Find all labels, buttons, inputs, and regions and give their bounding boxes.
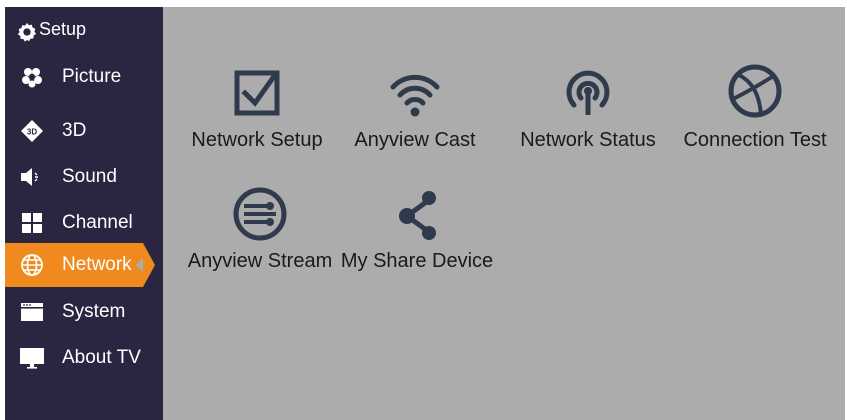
anyview-cast-tile[interactable]: Anyview Cast: [331, 63, 499, 152]
setup-title: Setup: [39, 18, 87, 39]
sidebar-item-sound[interactable]: Sound: [5, 155, 163, 199]
my-share-device-tile[interactable]: My Share Device: [333, 184, 501, 273]
connection-test-tile[interactable]: Connection Test: [671, 63, 839, 152]
sidebar-item-label: Network: [62, 254, 132, 275]
network-status-tile[interactable]: Network Status: [504, 63, 672, 152]
globe-icon: [728, 64, 782, 118]
tv-settings-screen: Setup Picture 3D 3D Sound Channel Networ…: [5, 7, 845, 420]
share-icon: [399, 191, 436, 240]
3d-icon: 3D: [19, 118, 45, 144]
anyview-stream-label: Anyview Stream: [187, 250, 333, 272]
sidebar-menu: Setup Picture 3D 3D Sound Channel Networ…: [5, 7, 163, 420]
gear-icon: [17, 22, 37, 42]
sidebar-item-label: Picture: [62, 66, 122, 87]
picture-icon: [19, 64, 45, 90]
sidebar-item-channel[interactable]: Channel: [5, 201, 163, 245]
sidebar-item-network[interactable]: Network: [5, 243, 155, 287]
svg-text:3D: 3D: [27, 128, 37, 137]
checkbox-icon: [234, 70, 280, 116]
sidebar-item-label: System: [62, 301, 126, 322]
my-share-device-label: My Share Device: [340, 250, 494, 272]
sidebar-item-label: About TV: [62, 347, 141, 368]
sidebar-item-about-tv[interactable]: About TV: [5, 336, 163, 380]
anyview-cast-label: Anyview Cast: [354, 129, 476, 151]
anyview-stream-tile[interactable]: Anyview Stream: [176, 184, 344, 273]
grid-icon: [19, 210, 45, 236]
sidebar-item-label: 3D: [62, 120, 87, 141]
stream-icon: [233, 187, 287, 241]
network-status-label: Network Status: [520, 129, 656, 151]
wifi-icon: [390, 74, 440, 117]
network-setup-label: Network Setup: [191, 129, 323, 151]
connection-test-label: Connection Test: [683, 129, 827, 151]
sidebar-item-label: Channel: [62, 212, 133, 233]
sidebar-item-3d[interactable]: 3D 3D: [5, 109, 163, 153]
sidebar-item-picture[interactable]: Picture: [5, 55, 163, 99]
globe-icon: [19, 252, 45, 278]
monitor-icon: [19, 345, 45, 371]
sidebar-item-label: Sound: [62, 166, 117, 187]
antenna-icon: [566, 70, 610, 115]
network-setup-tile[interactable]: Network Setup: [173, 63, 341, 152]
setup-header: Setup: [5, 7, 163, 51]
system-window-icon: [19, 299, 45, 325]
sidebar-item-system[interactable]: System: [5, 290, 163, 334]
speaker-icon: [19, 164, 45, 190]
